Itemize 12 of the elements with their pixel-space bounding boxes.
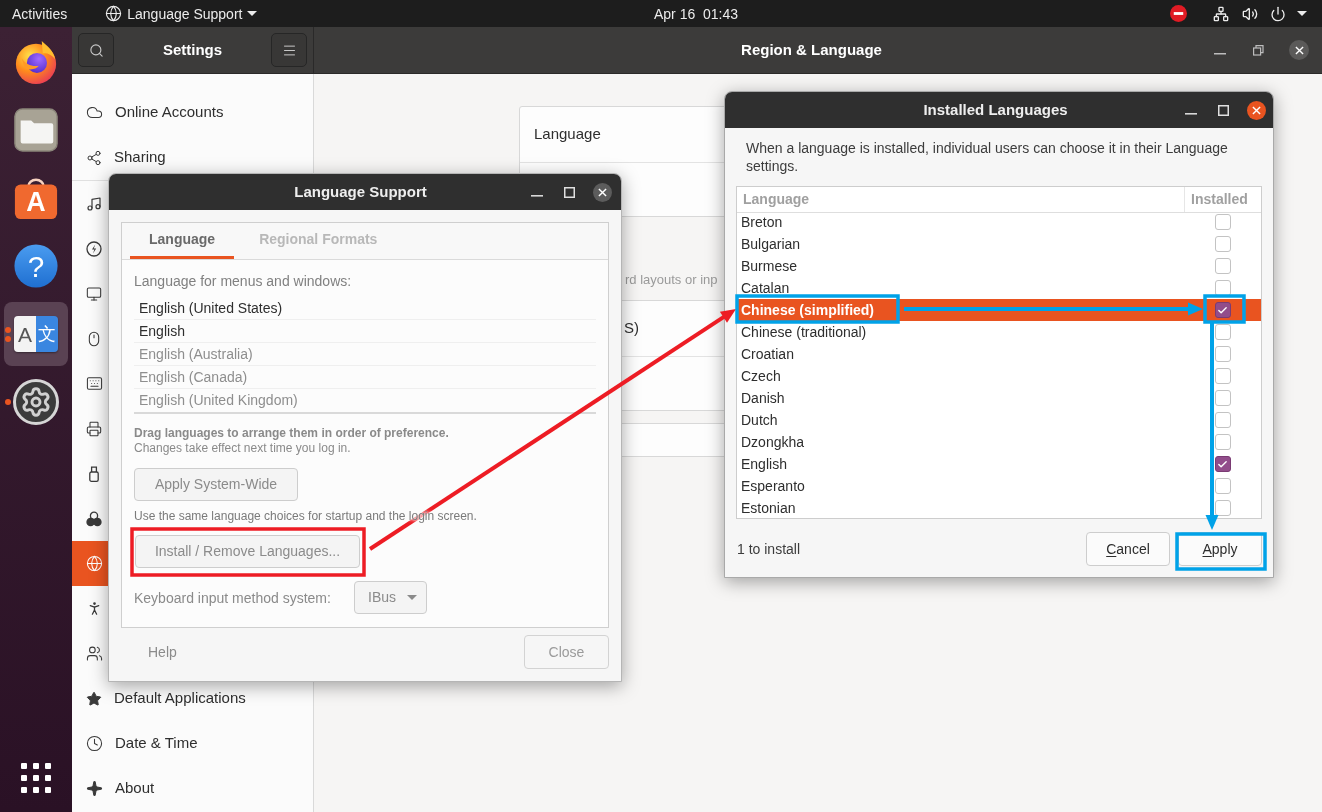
- page-title: Region & Language: [741, 39, 882, 60]
- window-title: Settings: [161, 39, 224, 60]
- hint-text: rd layouts or inp: [625, 272, 718, 288]
- list-label: Language for menus and windows:: [134, 273, 353, 290]
- field-label: Keyboard input method system:: [134, 589, 331, 606]
- help-icon: ?: [13, 243, 59, 289]
- hint-text: Drag languages to arrange them in order of preference.: [134, 426, 450, 441]
- window-title: Installed Languages: [923, 99, 1068, 120]
- window-title: Language Support: [294, 181, 427, 202]
- status-text: 1 to install: [737, 539, 801, 559]
- hint-text: Changes take effect next time you log in.: [134, 441, 352, 456]
- description-text: When a language is installed, individual users can choose it in their Language settings.: [745, 139, 1229, 175]
